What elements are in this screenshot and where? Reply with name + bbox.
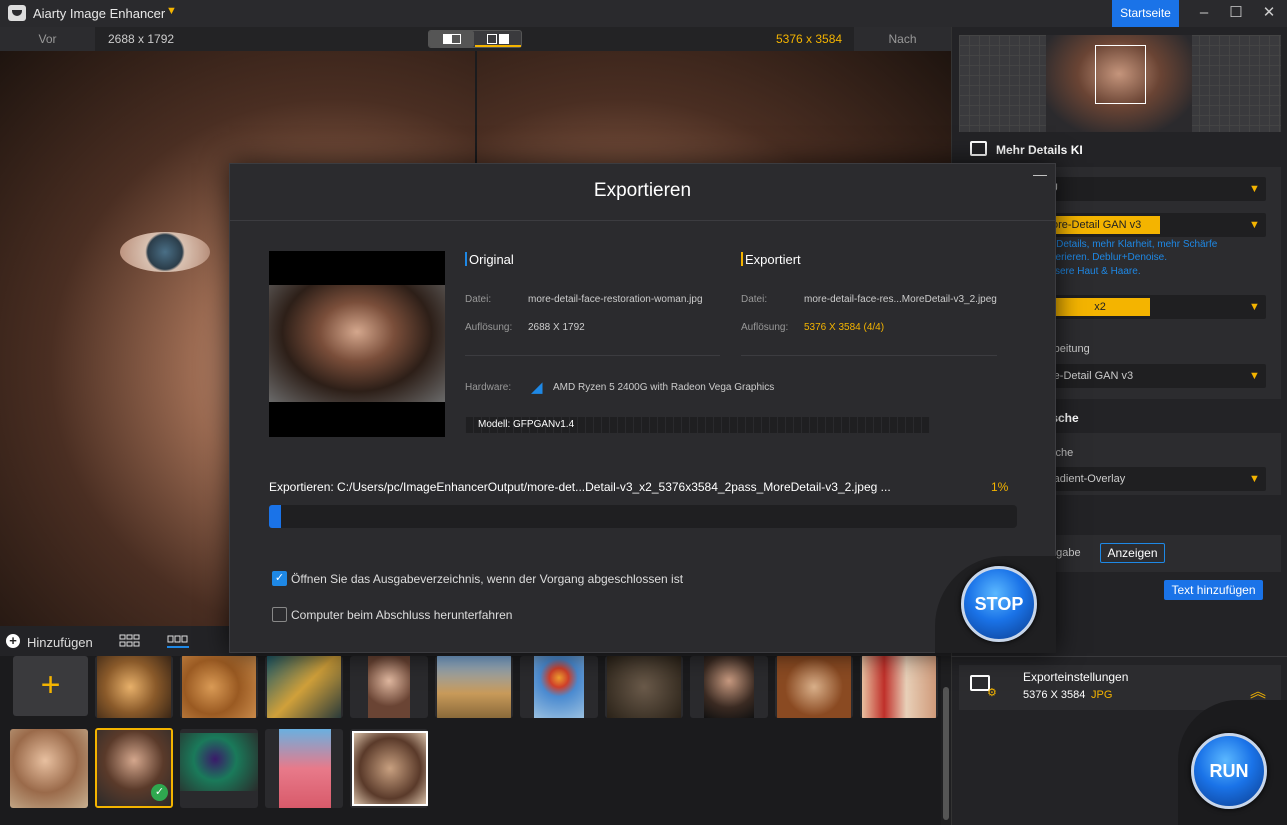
title-bar bbox=[0, 0, 1287, 27]
add-text-button[interactable]: Text hinzufügen bbox=[1164, 580, 1263, 600]
gallery-thumbnail[interactable] bbox=[350, 729, 428, 808]
export-format: JPG bbox=[1091, 689, 1113, 701]
exported-res-label: Auflösung: bbox=[741, 322, 789, 333]
original-resolution: 2688 x 1792 bbox=[108, 32, 175, 46]
navigator-selection-box[interactable] bbox=[1095, 45, 1146, 104]
export-progress-percent: 1% bbox=[991, 480, 1009, 494]
model-desc-line: ssere Haut & Haare. bbox=[1050, 266, 1141, 277]
progress-track bbox=[269, 505, 1017, 528]
gallery-scroll-thumb[interactable] bbox=[943, 687, 949, 820]
add-image-tile[interactable]: + bbox=[13, 656, 88, 716]
exported-heading: Exportiert bbox=[745, 252, 801, 267]
original-heading: Original bbox=[469, 252, 514, 267]
dialog-title: Exportieren bbox=[593, 180, 692, 201]
original-marker bbox=[465, 252, 467, 266]
add-icon[interactable]: + bbox=[6, 634, 20, 648]
split-view-button[interactable] bbox=[475, 31, 521, 47]
exported-file-label: Datei: bbox=[741, 294, 768, 305]
gallery-thumbnail[interactable] bbox=[265, 729, 343, 808]
gallery-thumbnail[interactable] bbox=[180, 729, 258, 808]
single-view-icon bbox=[443, 34, 461, 44]
scale-chip: x2 bbox=[1050, 298, 1150, 316]
divider bbox=[465, 355, 720, 356]
minimize-icon[interactable]: — bbox=[1033, 166, 1047, 182]
nach-button[interactable]: Nach bbox=[854, 27, 951, 51]
gallery-thumbnail[interactable] bbox=[350, 656, 428, 718]
hardware-value: AMD Ryzen 5 2400G with Radeon Vega Graph… bbox=[553, 382, 775, 393]
divider bbox=[951, 656, 1287, 657]
open-folder-label[interactable]: Öffnen Sie das Ausgabeverzeichnis, wenn … bbox=[291, 572, 683, 586]
original-file-label: Datei: bbox=[465, 294, 492, 305]
divider bbox=[741, 355, 997, 356]
startseite-button[interactable]: Startseite bbox=[1112, 0, 1179, 27]
vor-button[interactable]: Vor bbox=[0, 27, 95, 51]
gallery-thumbnail[interactable] bbox=[10, 729, 88, 808]
chevron-down-icon[interactable]: ▼ bbox=[166, 5, 177, 17]
export-path: Exportieren: C:/Users/pc/ImageEnhancerOu… bbox=[269, 480, 891, 494]
export-resolution: 5376 X 3584 bbox=[1023, 689, 1086, 701]
gear-icon: ⚙ bbox=[987, 687, 997, 699]
progress-fill bbox=[269, 505, 281, 528]
postprocess-value: re-Detail GAN v3 bbox=[1050, 370, 1134, 382]
gallery-thumbnail[interactable] bbox=[690, 656, 768, 718]
app-logo-icon bbox=[8, 5, 26, 21]
model-chip: ore-Detail GAN v3 bbox=[1050, 216, 1160, 234]
app-title: Aiarty Image Enhancer bbox=[33, 6, 166, 21]
shutdown-checkbox[interactable] bbox=[272, 607, 287, 622]
run-button[interactable]: RUN bbox=[1191, 733, 1267, 809]
gallery-thumbnail[interactable] bbox=[180, 656, 258, 718]
exported-file-value: more-detail-face-res...MoreDetail-v3_2.j… bbox=[804, 294, 997, 305]
original-res-value: 2688 X 1792 bbox=[528, 322, 585, 333]
minimize-icon[interactable]: – bbox=[1187, 0, 1221, 27]
anzeigen-button[interactable]: Anzeigen bbox=[1100, 543, 1165, 563]
chevron-down-icon[interactable]: ▼ bbox=[1249, 473, 1260, 485]
original-file-value: more-detail-face-restoration-woman.jpg bbox=[528, 294, 703, 305]
chevron-down-icon[interactable]: ▼ bbox=[1249, 183, 1260, 195]
export-preview-image bbox=[269, 285, 445, 402]
model-label: Modell: GFPGANv1.4 bbox=[478, 419, 575, 430]
split-left-icon bbox=[487, 34, 497, 44]
gallery-thumbnail[interactable] bbox=[435, 656, 513, 718]
export-settings-label: Exporteinstellungen bbox=[1023, 670, 1129, 684]
single-view-button[interactable] bbox=[429, 31, 474, 47]
exported-res-value: 5376 X 3584 (4/4) bbox=[804, 322, 885, 333]
close-icon[interactable]: ✕ bbox=[1252, 0, 1286, 27]
chevron-down-icon[interactable]: ▼ bbox=[1249, 301, 1260, 313]
divider bbox=[229, 220, 1056, 221]
split-right-icon bbox=[499, 34, 509, 44]
section-title: Mehr Details KI bbox=[996, 143, 1083, 157]
eye-detail bbox=[120, 232, 210, 272]
shutdown-label[interactable]: Computer beim Abschluss herunterfahren bbox=[291, 608, 512, 622]
gallery-thumbnail[interactable] bbox=[520, 656, 598, 718]
gallery-thumbnail[interactable] bbox=[95, 656, 173, 718]
open-folder-checkbox[interactable]: ✓ bbox=[272, 571, 287, 586]
retouch-value: radient-Overlay bbox=[1050, 473, 1126, 485]
original-res-label: Auflösung: bbox=[465, 322, 513, 333]
chevron-down-icon[interactable]: ▼ bbox=[1249, 370, 1260, 382]
model-desc-line: r Details, mehr Klarheit, mehr Schärfe bbox=[1050, 239, 1218, 250]
check-icon: ✓ bbox=[151, 784, 168, 801]
stop-button[interactable]: STOP bbox=[961, 566, 1037, 642]
ai-model-dropdown[interactable] bbox=[1040, 177, 1266, 201]
hardware-label: Hardware: bbox=[465, 382, 512, 393]
exported-marker bbox=[741, 252, 743, 266]
gallery-thumbnail[interactable] bbox=[265, 656, 343, 718]
upscale-icon bbox=[970, 141, 987, 156]
strip-view-icon[interactable] bbox=[167, 634, 189, 648]
chevron-down-icon[interactable]: ▼ bbox=[1249, 219, 1260, 231]
gallery-thumbnail[interactable] bbox=[860, 656, 938, 718]
grid-view-icon[interactable] bbox=[119, 634, 141, 648]
maximize-icon[interactable]: ☐ bbox=[1219, 0, 1253, 27]
add-images-button[interactable]: Hinzufügen bbox=[27, 635, 93, 650]
gallery-thumbnail[interactable] bbox=[605, 656, 683, 718]
gallery-thumbnail[interactable] bbox=[775, 656, 853, 718]
chevron-up-icon[interactable]: ︽ bbox=[1250, 678, 1266, 702]
model-desc-line: nerieren. Deblur+Denoise. bbox=[1050, 252, 1168, 263]
enhanced-resolution: 5376 x 3584 bbox=[776, 32, 843, 46]
amd-logo-icon: ◢ bbox=[531, 379, 543, 396]
